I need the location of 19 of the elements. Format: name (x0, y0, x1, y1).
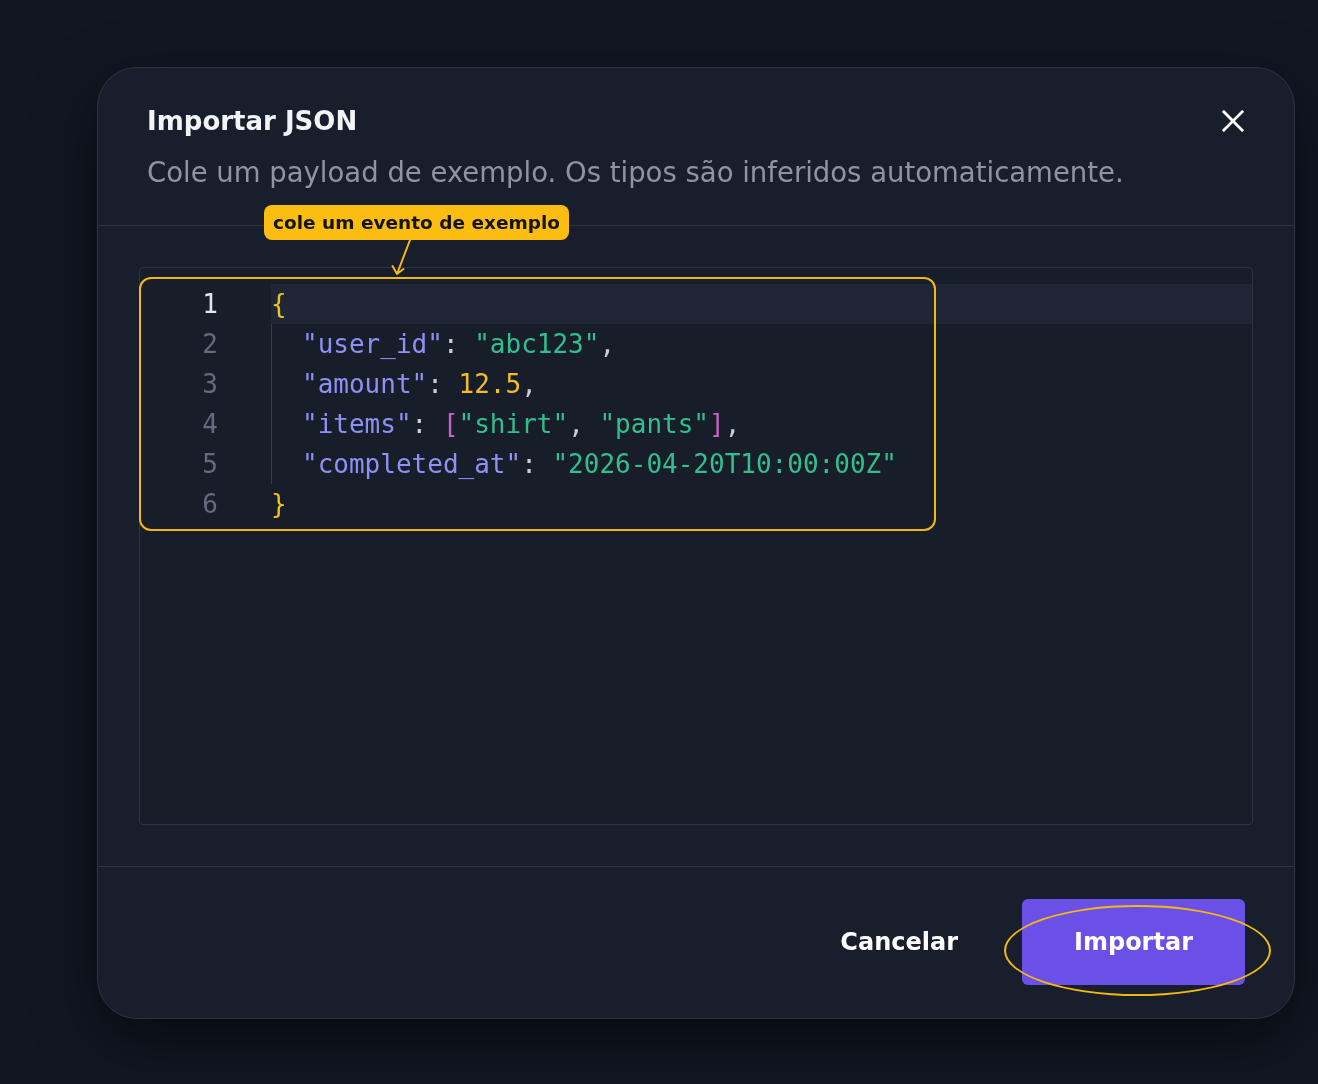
code-editor[interactable]: 1 { 2 "user_id": "abc123", 3 "amount": 12.5, 4 "items": ["shirt", "pants"], 5 "completed_at": "2026-04-20T10:00:00Z" 6 } (139, 267, 1253, 825)
code-line: "completed_at": "2026-04-20T10:00:00Z" (302, 448, 898, 481)
import-button[interactable]: Importar (1022, 899, 1245, 985)
line-number: 2 (201, 328, 218, 361)
dialog-subtitle: Cole um payload de exemplo. Os tipos são inferidos automaticamente. (147, 155, 1125, 189)
annotation-callout: cole um evento de exemplo (264, 205, 570, 240)
close-button[interactable] (1222, 110, 1244, 132)
line-number: 6 (201, 488, 218, 521)
cancel-button[interactable]: Cancelar (808, 899, 990, 985)
line-number: 5 (201, 448, 218, 481)
code-line: "user_id": "abc123", (302, 328, 617, 361)
dialog-title: Importar JSON (147, 105, 358, 137)
code-line: "items": ["shirt", "pants"], (302, 408, 742, 441)
line-number: 4 (201, 408, 218, 441)
code-line: } (271, 488, 288, 521)
line-number: 1 (201, 288, 218, 321)
line-number: 3 (201, 368, 218, 401)
close-icon (1222, 110, 1244, 132)
code-line: "amount": 12.5, (302, 368, 538, 401)
